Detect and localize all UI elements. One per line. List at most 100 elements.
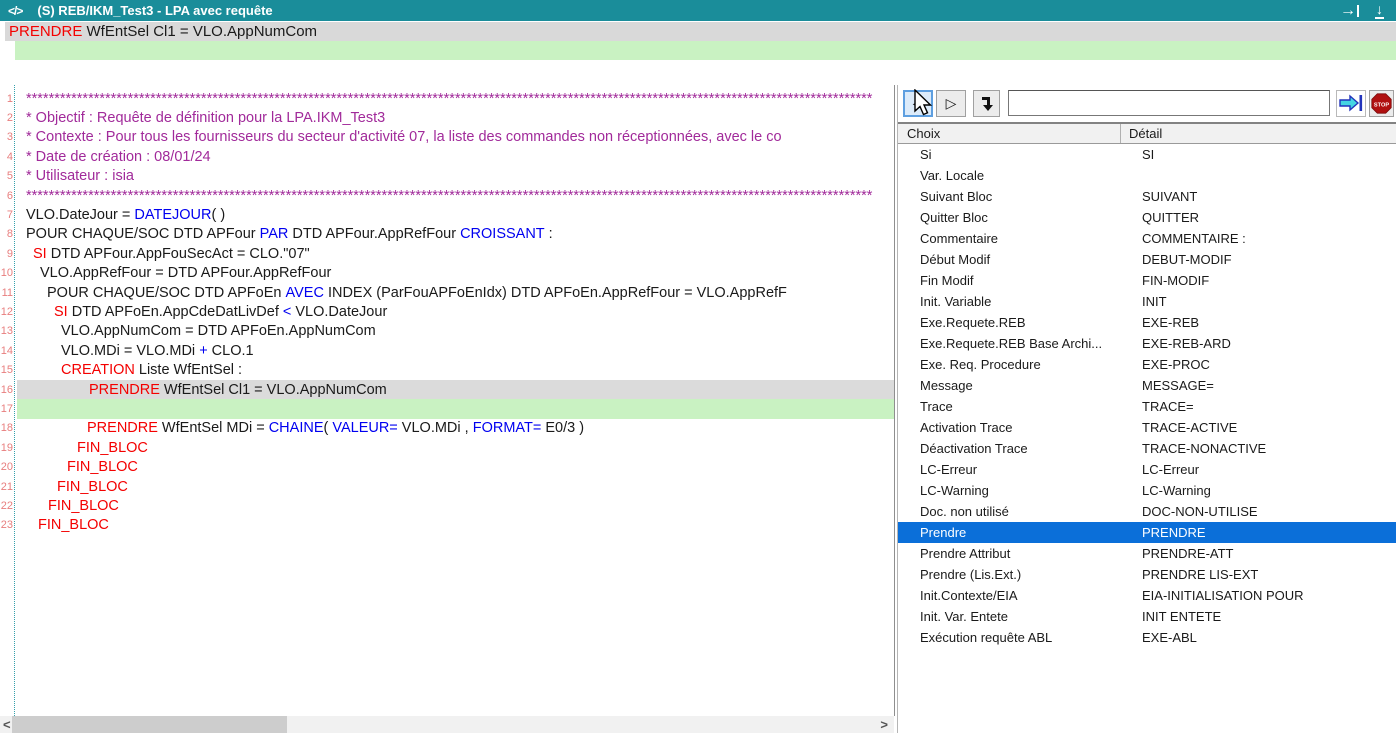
code-segment: Liste WfEntSel :: [135, 362, 242, 378]
code-line-text[interactable]: VLO.DateJour = DATEJOUR( ): [17, 205, 894, 224]
code-line-text[interactable]: SI DTD APFour.AppFouSecAct = CLO."07": [17, 244, 894, 263]
table-row[interactable]: Prendre AttributPRENDRE-ATT: [898, 543, 1396, 564]
line-number: 12: [0, 306, 15, 318]
choix-cell: Init.Contexte/EIA: [898, 588, 1134, 603]
code-segment: SI: [54, 304, 68, 320]
window-title: (S) REB/IKM_Test3 - LPA avec requête: [37, 3, 272, 18]
choix-cell: Var. Locale: [898, 168, 1134, 183]
insert-arrow-icon: [1338, 93, 1364, 113]
goto-end-icon[interactable]: →: [1340, 4, 1359, 18]
code-segment: VLO.MDi ,: [398, 420, 473, 436]
code-segment: PAR: [260, 226, 289, 242]
code-segment: DTD APFoEn.AppCdeDatLivDef: [68, 304, 283, 320]
code-segment: POUR CHAQUE/SOC DTD APFoEn: [47, 285, 286, 301]
line-number: 11: [0, 287, 15, 299]
code-line-text[interactable]: ****************************************…: [17, 186, 894, 205]
code-line-text[interactable]: * Contexte : Pour tous les fournisseurs …: [17, 128, 894, 147]
table-row[interactable]: MessageMESSAGE=: [898, 375, 1396, 396]
table-row[interactable]: SiSI: [898, 144, 1396, 165]
table-row[interactable]: Var. Locale: [898, 165, 1396, 186]
svg-text:STOP: STOP: [1374, 102, 1389, 108]
prev-button[interactable]: ◁: [903, 90, 933, 117]
code-line-text[interactable]: * Date de création : 08/01/24: [17, 147, 894, 166]
code-line-text[interactable]: FIN_BLOC: [17, 516, 894, 535]
statement-bar: PRENDRE WfEntSel Cl1 = VLO.AppNumCom: [5, 22, 1396, 41]
line-number: 19: [0, 442, 15, 454]
code-segment: ****************************************…: [26, 91, 872, 107]
code-line-text[interactable]: VLO.AppNumCom = DTD APFoEn.AppNumCom: [17, 322, 894, 341]
code-line-text[interactable]: ****************************************…: [17, 89, 894, 108]
code-line-text[interactable]: VLO.AppRefFour = DTD APFour.AppRefFour: [17, 264, 894, 283]
detail-cell: EIA-INITIALISATION POUR: [1134, 588, 1396, 603]
app-titlebar: </> (S) REB/IKM_Test3 - LPA avec requête…: [0, 0, 1396, 21]
table-row[interactable]: Déactivation TraceTRACE-NONACTIVE: [898, 438, 1396, 459]
table-row[interactable]: LC-WarningLC-Warning: [898, 480, 1396, 501]
table-row[interactable]: Exe.Requete.REBEXE-REB: [898, 312, 1396, 333]
code-line-text[interactable]: POUR CHAQUE/SOC DTD APFour PAR DTD APFou…: [17, 225, 894, 244]
code-line: 17: [0, 399, 894, 418]
table-row[interactable]: Exe. Req. ProcedureEXE-PROC: [898, 354, 1396, 375]
code-line-text[interactable]: FIN_BLOC: [17, 477, 894, 496]
choix-cell: Prendre: [898, 525, 1134, 540]
code-line: 7VLO.DateJour = DATEJOUR( ): [0, 205, 894, 224]
code-line-text[interactable]: CREATION Liste WfEntSel :: [17, 360, 894, 379]
table-row[interactable]: Quitter BlocQUITTER: [898, 207, 1396, 228]
code-line-text[interactable]: VLO.MDi = VLO.MDi + CLO.1: [17, 341, 894, 360]
next-button[interactable]: ▷: [936, 90, 966, 117]
line-number: 21: [0, 481, 15, 493]
table-row[interactable]: Activation TraceTRACE-ACTIVE: [898, 417, 1396, 438]
code-line-text[interactable]: * Objectif : Requête de définition pour …: [17, 108, 894, 127]
table-row[interactable]: Prendre (Lis.Ext.)PRENDRE LIS-EXT: [898, 564, 1396, 585]
table-row[interactable]: Init.Contexte/EIAEIA-INITIALISATION POUR: [898, 585, 1396, 606]
h-scrollbar[interactable]: < >: [0, 716, 894, 733]
code-line-text[interactable]: [17, 399, 894, 418]
insert-statement-button[interactable]: [1336, 90, 1366, 117]
table-row[interactable]: Fin ModifFIN-MODIF: [898, 270, 1396, 291]
statement-highlight-row: [15, 41, 1396, 60]
choix-cell: Message: [898, 378, 1134, 393]
line-number: 18: [0, 422, 15, 434]
code-line-text[interactable]: FIN_BLOC: [17, 496, 894, 515]
code-line-text[interactable]: FIN_BLOC: [17, 438, 894, 457]
table-row[interactable]: LC-ErreurLC-Erreur: [898, 459, 1396, 480]
table-row[interactable]: Init. VariableINIT: [898, 291, 1396, 312]
detail-cell: TRACE=: [1134, 399, 1396, 414]
code-segment: PRENDRE: [89, 382, 160, 398]
import-icon[interactable]: ↓: [1375, 3, 1384, 19]
code-segment: :: [545, 226, 553, 242]
code-line-text[interactable]: SI DTD APFoEn.AppCdeDatLivDef < VLO.Date…: [17, 302, 894, 321]
code-segment: FIN_BLOC: [77, 440, 148, 456]
table-row[interactable]: CommentaireCOMMENTAIRE :: [898, 228, 1396, 249]
code-line-text[interactable]: FIN_BLOC: [17, 457, 894, 476]
jump-down-button[interactable]: [973, 90, 1000, 117]
table-row[interactable]: PrendrePRENDRE: [898, 522, 1396, 543]
table-row[interactable]: TraceTRACE=: [898, 396, 1396, 417]
code-line: 20FIN_BLOC: [0, 457, 894, 476]
table-row[interactable]: Exe.Requete.REB Base Archi...EXE-REB-ARD: [898, 333, 1396, 354]
table-header: Choix Détail: [898, 124, 1396, 144]
table-row[interactable]: Suivant BlocSUIVANT: [898, 186, 1396, 207]
code-line: 4* Date de création : 08/01/24: [0, 147, 894, 166]
code-line: 10VLO.AppRefFour = DTD APFour.AppRefFour: [0, 264, 894, 283]
detail-cell: EXE-ABL: [1134, 630, 1396, 645]
stop-button[interactable]: STOP: [1369, 90, 1394, 117]
code-line-text[interactable]: POUR CHAQUE/SOC DTD APFoEn AVEC INDEX (P…: [17, 283, 894, 302]
code-line-text[interactable]: PRENDRE WfEntSel MDi = CHAINE( VALEUR= V…: [17, 419, 894, 438]
table-row[interactable]: Doc. non utiliséDOC-NON-UTILISE: [898, 501, 1396, 522]
table-row[interactable]: Init. Var. EnteteINIT ENTETE: [898, 606, 1396, 627]
code-line: 3* Contexte : Pour tous les fournisseurs…: [0, 128, 894, 147]
code-line-text[interactable]: PRENDRE WfEntSel Cl1 = VLO.AppNumCom: [17, 380, 894, 399]
choix-cell: Init. Var. Entete: [898, 609, 1134, 624]
table-row[interactable]: Exécution requête ABLEXE-ABL: [898, 627, 1396, 648]
scroll-right-icon[interactable]: >: [880, 716, 888, 733]
code-line-text[interactable]: * Utilisateur : isia: [17, 167, 894, 186]
line-number: 1: [0, 93, 15, 105]
choix-cell: Prendre (Lis.Ext.): [898, 567, 1134, 582]
code-line: 2* Objectif : Requête de définition pour…: [0, 108, 894, 127]
prev-triangle-icon: ◁: [913, 95, 924, 112]
table-row[interactable]: Début ModifDEBUT-MODIF: [898, 249, 1396, 270]
scroll-left-icon[interactable]: <: [3, 716, 11, 733]
command-search-input[interactable]: [1008, 90, 1330, 116]
line-number: 20: [0, 461, 15, 473]
scroll-thumb[interactable]: [12, 716, 287, 733]
